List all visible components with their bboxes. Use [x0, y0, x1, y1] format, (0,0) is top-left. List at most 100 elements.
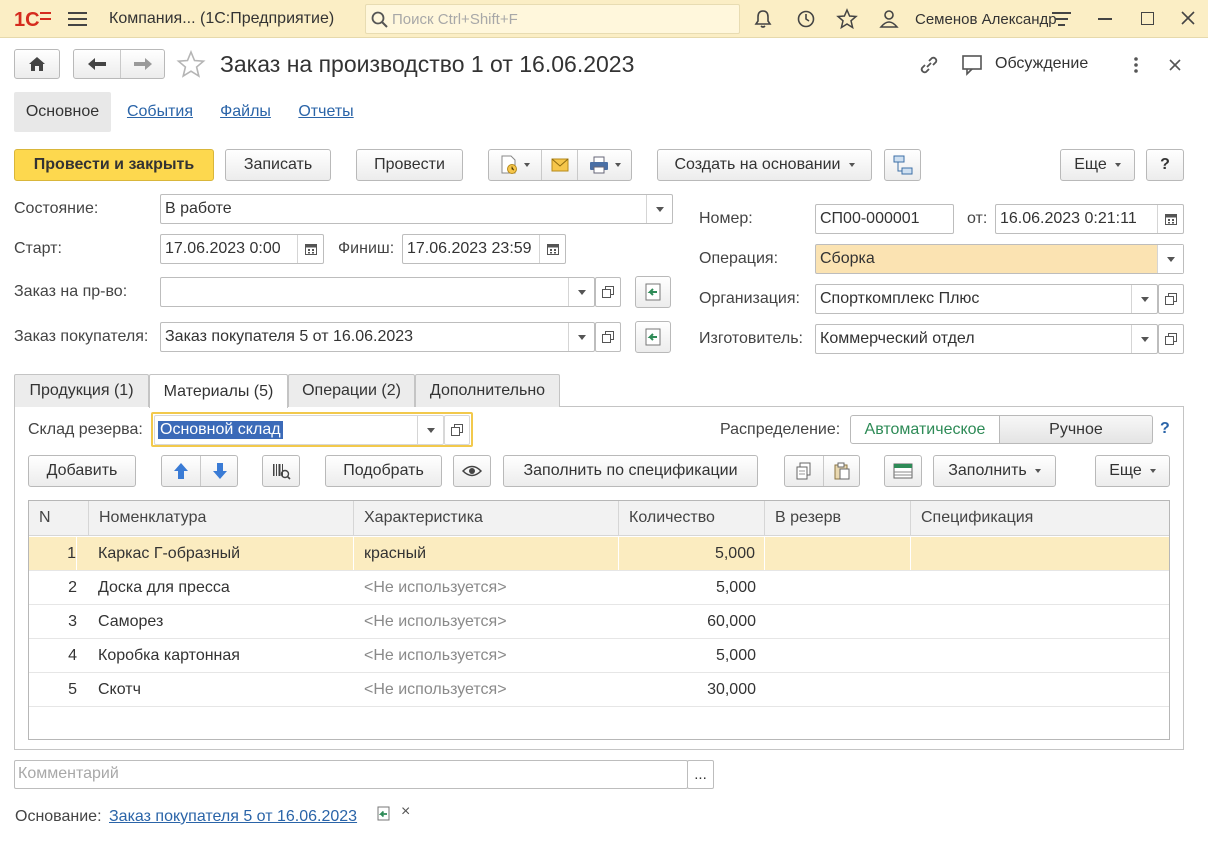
row-specification[interactable]: [911, 605, 1169, 638]
save-button[interactable]: Записать: [225, 149, 331, 181]
row-specification[interactable]: [911, 673, 1169, 706]
tab-materials[interactable]: Материалы (5): [149, 374, 288, 408]
fill-from-customer-order-button[interactable]: [635, 321, 671, 353]
chevron-down-icon[interactable]: [1131, 285, 1157, 313]
row-reserve[interactable]: [765, 639, 911, 672]
row-specification[interactable]: [911, 639, 1169, 672]
operation-select[interactable]: Сборка: [815, 244, 1184, 274]
barcode-button[interactable]: [262, 455, 300, 487]
open-customer-order-button[interactable]: [595, 322, 621, 352]
column-header-specification[interactable]: Спецификация: [911, 501, 1169, 536]
chevron-down-icon[interactable]: [1157, 245, 1183, 273]
chevron-down-icon[interactable]: [568, 278, 594, 306]
tab-events[interactable]: События: [121, 92, 199, 132]
distribution-manual-option[interactable]: Ручное: [1000, 415, 1153, 444]
user-name[interactable]: Семенов Александр: [915, 11, 1057, 28]
post-button[interactable]: Провести: [356, 149, 463, 181]
row-quantity[interactable]: 5,000: [619, 639, 765, 672]
row-reserve[interactable]: [765, 571, 911, 604]
favorite-star-icon[interactable]: [176, 49, 206, 83]
more-button[interactable]: Еще: [1060, 149, 1135, 181]
customer-order-select[interactable]: Заказ покупателя 5 от 16.06.2023: [160, 322, 595, 352]
row-reserve[interactable]: [765, 537, 911, 570]
home-button[interactable]: [14, 49, 60, 79]
fill-dropdown-button[interactable]: Заполнить: [933, 455, 1056, 487]
user-icon[interactable]: [878, 9, 900, 34]
tab-products[interactable]: Продукция (1): [14, 374, 149, 407]
email-button[interactable]: [541, 150, 577, 180]
tab-reports[interactable]: Отчеты: [291, 92, 361, 132]
fill-by-spec-button[interactable]: Заполнить по спецификации: [503, 455, 758, 487]
maker-select[interactable]: Коммерческий отдел: [815, 324, 1158, 354]
global-search-input[interactable]: Поиск Ctrl+Shift+F: [365, 4, 740, 34]
basis-clear-button[interactable]: ×: [401, 803, 410, 821]
start-date-input[interactable]: 17.06.2023 0:00: [160, 234, 324, 264]
chevron-down-icon[interactable]: [568, 323, 594, 351]
table-row[interactable]: 2 Доска для пресса <Не используется> 5,0…: [29, 571, 1169, 605]
maximize-icon[interactable]: [1141, 12, 1154, 25]
tab-main[interactable]: Основное: [14, 92, 111, 132]
help-button[interactable]: ?: [1146, 149, 1184, 181]
row-item[interactable]: Скотч: [89, 673, 354, 706]
view-button[interactable]: [453, 455, 491, 487]
finish-date-input[interactable]: 17.06.2023 23:59: [402, 234, 566, 264]
minimize-icon[interactable]: [1098, 18, 1112, 20]
tab-operations[interactable]: Операции (2): [288, 374, 415, 407]
basis-doc-icon[interactable]: [376, 806, 392, 827]
discussion-icon[interactable]: [961, 54, 985, 81]
row-characteristic[interactable]: <Не используется>: [354, 605, 619, 638]
more-vertical-icon[interactable]: [1133, 56, 1139, 79]
chevron-down-icon[interactable]: [417, 416, 443, 444]
reserve-warehouse-select[interactable]: Основной склад: [154, 415, 444, 445]
tab-files[interactable]: Файлы: [214, 92, 277, 132]
history-icon[interactable]: [796, 9, 816, 34]
add-row-button[interactable]: Добавить: [28, 455, 136, 487]
open-warehouse-button[interactable]: [444, 415, 470, 445]
column-header-reserve[interactable]: В резерв: [765, 501, 911, 536]
calendar-icon[interactable]: [1157, 205, 1183, 233]
document-date-input[interactable]: 16.06.2023 0:21:11: [995, 204, 1184, 234]
forward-button[interactable]: [120, 50, 165, 78]
fill-from-basis-button[interactable]: [635, 276, 671, 308]
basis-link[interactable]: Заказ покупателя 5 от 16.06.2023: [109, 808, 357, 826]
column-header-quantity[interactable]: Количество: [619, 501, 765, 536]
row-quantity[interactable]: 30,000: [619, 673, 765, 706]
production-order-select[interactable]: [160, 277, 595, 307]
row-reserve[interactable]: [765, 673, 911, 706]
back-button[interactable]: [74, 50, 120, 78]
row-quantity[interactable]: 5,000: [619, 571, 765, 604]
main-menu-icon[interactable]: [68, 10, 88, 33]
table-row[interactable]: 3 Саморез <Не используется> 60,000: [29, 605, 1169, 639]
row-item[interactable]: Коробка картонная: [89, 639, 354, 672]
link-icon[interactable]: [918, 54, 940, 81]
column-header-characteristic[interactable]: Характеристика: [354, 501, 619, 536]
paste-rows-button[interactable]: [823, 456, 860, 486]
row-item[interactable]: Каркас Г-образный: [89, 537, 354, 570]
distribution-auto-option[interactable]: Автоматическое: [850, 415, 1000, 444]
table-row[interactable]: 4 Коробка картонная <Не используется> 5,…: [29, 639, 1169, 673]
column-header-n[interactable]: N: [29, 501, 89, 536]
chevron-down-icon[interactable]: [646, 195, 672, 223]
number-input[interactable]: СП00-000001: [815, 204, 954, 234]
move-down-button[interactable]: [200, 456, 238, 486]
close-window-icon[interactable]: [1180, 10, 1196, 31]
print-button[interactable]: [577, 150, 632, 180]
comment-expand-button[interactable]: ...: [687, 760, 714, 789]
settings-menu-icon[interactable]: [1052, 10, 1072, 33]
materials-more-button[interactable]: Еще: [1095, 455, 1170, 487]
row-characteristic[interactable]: <Не используется>: [354, 639, 619, 672]
app-logo[interactable]: 1С: [14, 7, 54, 36]
open-maker-button[interactable]: [1158, 324, 1184, 354]
row-quantity[interactable]: 5,000: [619, 537, 765, 570]
favorites-star-icon[interactable]: [836, 8, 858, 35]
row-specification[interactable]: [911, 571, 1169, 604]
row-quantity[interactable]: 60,000: [619, 605, 765, 638]
row-reserve[interactable]: [765, 605, 911, 638]
structure-button[interactable]: [884, 149, 921, 181]
state-select[interactable]: В работе: [160, 194, 673, 224]
attach-file-button[interactable]: [489, 150, 541, 180]
distribution-help-link[interactable]: ?: [1160, 420, 1170, 438]
move-up-button[interactable]: [162, 456, 200, 486]
calendar-icon[interactable]: [539, 235, 565, 263]
column-header-item[interactable]: Номенклатура: [89, 501, 354, 536]
